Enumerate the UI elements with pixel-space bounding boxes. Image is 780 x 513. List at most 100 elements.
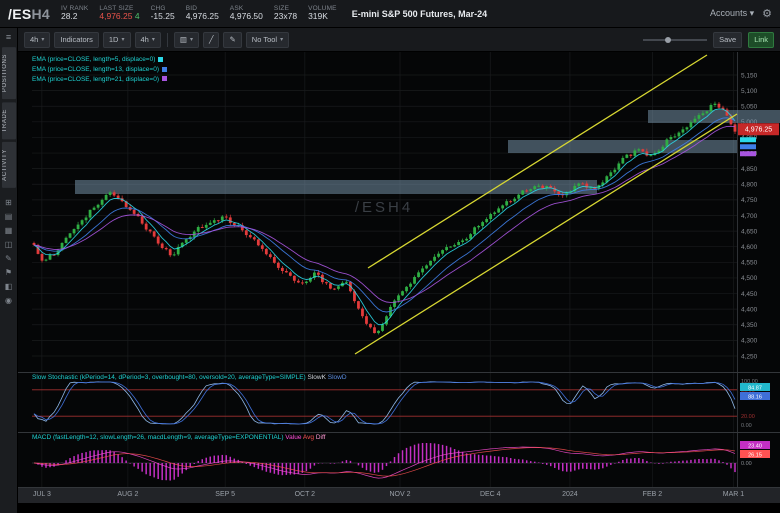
bid-value: 4,976.25	[186, 12, 219, 22]
sidebar-tools: ⊞ ▤ ▦ ◫ ✎ ⚑ ◧ ◉	[5, 198, 13, 305]
left-sidebar: ≡ POSITIONS TRADE ACTIVITY ⊞ ▤ ▦ ◫ ✎ ⚑ ◧…	[0, 28, 18, 513]
trendline-tool-button[interactable]: ╱	[203, 32, 220, 48]
stochastic-line	[34, 382, 735, 424]
svg-text:26.15: 26.15	[748, 452, 762, 458]
quote-header: /ESH4 IV Rank 28.2 Last Size 4,976.25 4 …	[0, 0, 780, 28]
timeframe-button[interactable]: 4h▾	[24, 32, 50, 48]
stochastic-line	[34, 382, 735, 424]
ema-axis-chip	[740, 151, 756, 156]
price-chart-canvas[interactable]: 5,1505,1005,0505,0004,9504,9004,8504,800…	[18, 52, 780, 372]
ask-value: 4,976.50	[230, 12, 263, 22]
svg-text:0.00: 0.00	[741, 461, 752, 467]
trend-channel-line	[368, 55, 707, 268]
drawing-tool-button[interactable]: ✎	[223, 32, 241, 48]
chart-gadget: 4h▾ Indicators 1D▾ 4h▾ ▥▾ ╱ ✎ No Tool▾ S…	[18, 28, 780, 513]
macd-histogram	[34, 443, 735, 481]
sidebar-tab-positions[interactable]: POSITIONS	[2, 47, 16, 99]
chevron-down-icon: ▾	[121, 36, 124, 43]
change-field: Chg -15.25	[151, 5, 175, 22]
svg-text:4,350: 4,350	[741, 322, 758, 329]
chevron-down-icon: ▾	[280, 36, 283, 43]
time-axis-label: FEB 2	[643, 491, 662, 498]
link-button[interactable]: Link	[748, 32, 774, 48]
chevron-down-icon: ▾	[750, 8, 755, 18]
columns-icon[interactable]: ◫	[5, 240, 13, 249]
chevron-down-icon: ▾	[152, 36, 155, 43]
sidebar-tab-activity[interactable]: ACTIVITY	[2, 142, 16, 188]
menu-icon[interactable]: ≡	[6, 32, 11, 42]
time-axis-label: JUL 3	[33, 491, 51, 498]
size-value: 23x78	[274, 12, 297, 22]
ema-axis-chip	[740, 144, 756, 149]
toolbar-divider	[167, 33, 168, 47]
contract-description: E-mini S&P 500 Futures, Mar-24	[352, 9, 487, 19]
split-view-icon[interactable]: ◧	[5, 282, 13, 291]
last-trade-size: 4	[135, 11, 140, 21]
support-resistance-zones	[75, 110, 780, 194]
save-button[interactable]: Save	[713, 32, 742, 48]
svg-text:4,500: 4,500	[741, 275, 758, 282]
change-value: -15.25	[151, 12, 175, 22]
chevron-down-icon: ▾	[190, 36, 193, 43]
svg-text:5,100: 5,100	[741, 88, 758, 95]
size-field: Size 23x78	[274, 5, 297, 22]
last-size-field: Last Size 4,976.25 4	[99, 5, 139, 22]
chevron-down-icon: ▾	[41, 36, 44, 43]
flag-icon[interactable]: ⚑	[5, 268, 13, 277]
price-chart-panel: 5,1505,1005,0505,0004,9504,9004,8504,800…	[18, 52, 780, 372]
time-axis-label: 2024	[562, 491, 578, 498]
trading-platform-window: /ESH4 IV Rank 28.2 Last Size 4,976.25 4 …	[0, 0, 780, 513]
svg-text:4,750: 4,750	[741, 197, 758, 204]
iv-rank-field: IV Rank 28.2	[61, 5, 88, 22]
sidebar-tab-trade[interactable]: TRADE	[2, 102, 16, 139]
time-axis-label: MAR 1	[723, 491, 744, 498]
active-tool-dropdown[interactable]: No Tool▾	[246, 32, 289, 48]
pencil-icon[interactable]: ✎	[5, 254, 13, 263]
macd-line	[34, 448, 735, 477]
svg-text:4,250: 4,250	[741, 353, 758, 360]
svg-text:88.16: 88.16	[748, 394, 762, 400]
svg-text:4,450: 4,450	[741, 291, 758, 298]
svg-text:4,850: 4,850	[741, 166, 758, 173]
aggregation-dropdown[interactable]: 4h▾	[135, 32, 161, 48]
macd-line	[34, 447, 735, 478]
pencil-icon: ✎	[229, 35, 235, 44]
time-axis: JUL 3AUG 2SEP 5OCT 2NOV 2DEC 42024FEB 2M…	[18, 487, 780, 503]
svg-text:4,300: 4,300	[741, 338, 758, 345]
last-price: 4,976.25	[99, 11, 132, 21]
time-zoom-slider[interactable]	[643, 35, 707, 45]
ema-axis-chip	[740, 137, 756, 142]
bottom-strip	[18, 503, 780, 513]
grid-icon[interactable]: ⊞	[5, 198, 13, 207]
svg-text:4,976.25: 4,976.25	[745, 127, 772, 134]
candlesticks	[33, 102, 737, 335]
boxes-icon[interactable]: ▦	[5, 226, 13, 235]
svg-text:4,400: 4,400	[741, 306, 758, 313]
stochastic-canvas[interactable]: 80.0020.00100.000.0084.8788.16	[18, 373, 780, 432]
svg-text:5,150: 5,150	[741, 72, 758, 79]
range-dropdown[interactable]: 1D▾	[103, 32, 131, 48]
slider-track	[643, 39, 707, 41]
macd-panel: 0.0023.4026.15 MACD (fastLength=12, slow…	[18, 432, 780, 487]
chart-style-button[interactable]: ▥▾	[174, 32, 199, 48]
volume-value: 319K	[308, 12, 337, 22]
time-axis-label: AUG 2	[117, 491, 138, 498]
time-axis-label: NOV 2	[389, 491, 410, 498]
macd-canvas[interactable]: 0.0023.4026.15	[18, 433, 780, 487]
list-icon[interactable]: ▤	[5, 212, 13, 221]
time-axis-label: SEP 5	[215, 491, 235, 498]
svg-text:4,600: 4,600	[741, 244, 758, 251]
gear-icon[interactable]: ⚙	[762, 7, 772, 20]
chart-toolbar: 4h▾ Indicators 1D▾ 4h▾ ▥▾ ╱ ✎ No Tool▾ S…	[18, 28, 780, 52]
bid-field: Bid 4,976.25	[186, 5, 219, 22]
time-axis-label: DEC 4	[480, 491, 501, 498]
svg-text:4,800: 4,800	[741, 182, 758, 189]
accounts-dropdown[interactable]: Accounts ▾	[710, 8, 754, 19]
ask-field: Ask 4,976.50	[230, 5, 263, 22]
svg-text:5,050: 5,050	[741, 104, 758, 111]
trendline-icon: ╱	[209, 35, 214, 44]
indicators-button[interactable]: Indicators	[54, 32, 99, 48]
slider-thumb[interactable]	[665, 37, 671, 43]
target-icon[interactable]: ◉	[5, 296, 13, 305]
svg-text:4,650: 4,650	[741, 228, 758, 235]
